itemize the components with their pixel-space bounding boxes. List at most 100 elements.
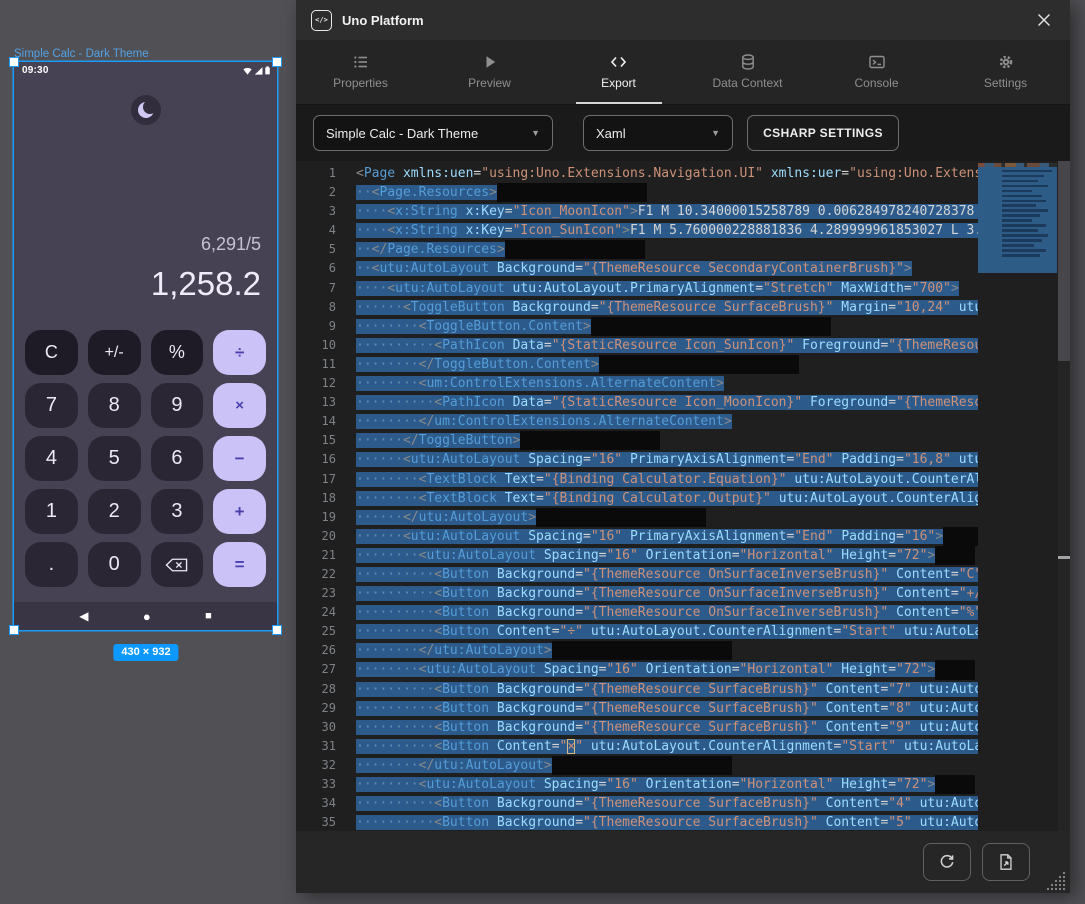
- tab-data-context[interactable]: Data Context: [683, 40, 812, 104]
- tab-preview[interactable]: Preview: [425, 40, 554, 104]
- window-title: Uno Platform: [342, 13, 424, 28]
- key-plus[interactable]: +: [213, 489, 266, 534]
- code-line[interactable]: 25··········<Button Content="÷" utu:Auto…: [296, 622, 978, 641]
- code-line[interactable]: 12········<um:ControlExtensions.Alternat…: [296, 374, 978, 393]
- code-line[interactable]: 4····<x:String x:Key="Icon_SunIcon">F1 M…: [296, 221, 978, 240]
- export-toolbar: Simple Calc - Dark Theme ▼ Xaml ▼ CSHARP…: [296, 105, 1070, 161]
- recents-square-icon[interactable]: ■: [205, 611, 212, 622]
- resize-grip[interactable]: [1044, 869, 1066, 891]
- code-line[interactable]: 10··········<PathIcon Data="{StaticResou…: [296, 336, 978, 355]
- line-number: 20: [296, 527, 356, 546]
- close-icon[interactable]: [1033, 9, 1055, 31]
- code-line[interactable]: 8······<ToggleButton Background="{ThemeR…: [296, 298, 978, 317]
- selection-handle-bottom-left[interactable]: [9, 625, 19, 635]
- line-number: 5: [296, 240, 356, 259]
- editor-scrollbar[interactable]: [1058, 161, 1070, 831]
- phone-frame[interactable]: 09:30 6,291/5 1,258.2 C+/-%÷789×456−123+…: [14, 62, 277, 630]
- key-1[interactable]: 1: [25, 489, 78, 534]
- selection-handle-top-right[interactable]: [272, 57, 282, 67]
- code-line[interactable]: 31··········<Button Content="×" utu:Auto…: [296, 737, 978, 756]
- code-line[interactable]: 17········<TextBlock Text="{Binding Calc…: [296, 470, 978, 489]
- code-line[interactable]: 29··········<Button Background="{ThemeRe…: [296, 699, 978, 718]
- code-line[interactable]: 1<Page xmlns:uen="using:Uno.Extensions.N…: [296, 164, 978, 183]
- key-5[interactable]: 5: [88, 436, 141, 481]
- code-line[interactable]: 15······</ToggleButton>: [296, 431, 978, 450]
- key-percent[interactable]: %: [151, 330, 204, 375]
- code-line[interactable]: 24··········<Button Background="{ThemeRe…: [296, 603, 978, 622]
- code-line[interactable]: 26········</utu:AutoLayout>: [296, 641, 978, 660]
- code-line[interactable]: 22··········<Button Background="{ThemeRe…: [296, 565, 978, 584]
- code-line[interactable]: 20······<utu:AutoLayout Spacing="16" Pri…: [296, 527, 978, 546]
- theme-toggle-button[interactable]: [131, 95, 161, 125]
- selection-handle-top-left[interactable]: [9, 57, 19, 67]
- code-line[interactable]: 5··</Page.Resources>: [296, 240, 978, 259]
- selection-handle-bottom-right[interactable]: [272, 625, 282, 635]
- code-line[interactable]: 13··········<PathIcon Data="{StaticResou…: [296, 393, 978, 412]
- code-line[interactable]: 2··<Page.Resources>: [296, 183, 978, 202]
- key-divide[interactable]: ÷: [213, 330, 266, 375]
- line-number: 28: [296, 680, 356, 699]
- tab-settings[interactable]: Settings: [941, 40, 1070, 104]
- code-line[interactable]: 11········</ToggleButton.Content>: [296, 355, 978, 374]
- terminal-icon: [869, 54, 885, 70]
- tab-properties[interactable]: Properties: [296, 40, 425, 104]
- home-circle-icon[interactable]: ●: [143, 610, 151, 623]
- code-line[interactable]: 28··········<Button Background="{ThemeRe…: [296, 680, 978, 699]
- code-line[interactable]: 3····<x:String x:Key="Icon_MoonIcon">F1 …: [296, 202, 978, 221]
- code-line[interactable]: 16······<utu:AutoLayout Spacing="16" Pri…: [296, 450, 978, 469]
- line-number: 18: [296, 489, 356, 508]
- calculator-display: 6,291/5 1,258.2: [151, 234, 261, 303]
- code-line[interactable]: 35··········<Button Background="{ThemeRe…: [296, 813, 978, 831]
- key-backspace[interactable]: [151, 542, 204, 587]
- code-line[interactable]: 23··········<Button Background="{ThemeRe…: [296, 584, 978, 603]
- key-6[interactable]: 6: [151, 436, 204, 481]
- key-0[interactable]: 0: [88, 542, 141, 587]
- code-line[interactable]: 34··········<Button Background="{ThemeRe…: [296, 794, 978, 813]
- refresh-button[interactable]: [923, 843, 971, 881]
- key-3[interactable]: 3: [151, 489, 204, 534]
- code-line[interactable]: 19······</utu:AutoLayout>: [296, 508, 978, 527]
- code-line[interactable]: 6··<utu:AutoLayout Background="{ThemeRes…: [296, 259, 978, 278]
- tab-export[interactable]: Export: [554, 40, 683, 104]
- calculator-keypad: C+/-%÷ 789× 456− 123+.0 =: [25, 330, 266, 587]
- uno-platform-window: </> Uno Platform PropertiesPreviewExport…: [296, 0, 1070, 893]
- tab-console[interactable]: Console: [812, 40, 941, 104]
- export-file-button[interactable]: [982, 843, 1030, 881]
- frame-label[interactable]: Simple Calc - Dark Theme: [14, 48, 149, 60]
- back-triangle-icon[interactable]: ◀: [79, 610, 88, 622]
- window-title-bar[interactable]: </> Uno Platform: [296, 0, 1070, 40]
- theme-dropdown[interactable]: Simple Calc - Dark Theme ▼: [313, 115, 553, 151]
- key-plusslashminus[interactable]: +/-: [88, 330, 141, 375]
- code-line[interactable]: 18········<TextBlock Text="{Binding Calc…: [296, 489, 978, 508]
- key-7[interactable]: 7: [25, 383, 78, 428]
- code-line[interactable]: 33········<utu:AutoLayout Spacing="16" O…: [296, 775, 978, 794]
- code-line[interactable]: 9········<ToggleButton.Content>: [296, 317, 978, 336]
- csharp-settings-button[interactable]: CSHARP SETTINGS: [747, 115, 899, 151]
- key-equals[interactable]: =: [213, 542, 266, 587]
- key-8[interactable]: 8: [88, 383, 141, 428]
- moon-icon: [138, 102, 154, 118]
- code-lines[interactable]: 1<Page xmlns:uen="using:Uno.Extensions.N…: [296, 164, 978, 831]
- code-line[interactable]: 30··········<Button Background="{ThemeRe…: [296, 718, 978, 737]
- key-multiply[interactable]: ×: [213, 383, 266, 428]
- line-number: 9: [296, 317, 356, 336]
- list-icon: [353, 54, 369, 70]
- code-line[interactable]: 7····<utu:AutoLayout utu:AutoLayout.Prim…: [296, 279, 978, 298]
- line-number: 17: [296, 470, 356, 489]
- format-dropdown[interactable]: Xaml ▼: [583, 115, 733, 151]
- screen: { "canvas": { "frame_label": "Simple Cal…: [0, 0, 1085, 904]
- key-minus[interactable]: −: [213, 436, 266, 481]
- tab-label: Console: [854, 76, 898, 90]
- key-9[interactable]: 9: [151, 383, 204, 428]
- code-editor[interactable]: 1<Page xmlns:uen="using:Uno.Extensions.N…: [296, 161, 1070, 831]
- editor-scrollbar-thumb[interactable]: [1058, 161, 1070, 361]
- key-dot[interactable]: .: [25, 542, 78, 587]
- key-C[interactable]: C: [25, 330, 78, 375]
- minimap[interactable]: [978, 161, 1057, 831]
- key-2[interactable]: 2: [88, 489, 141, 534]
- code-line[interactable]: 32········</utu:AutoLayout>: [296, 756, 978, 775]
- code-line[interactable]: 14········</um:ControlExtensions.Alterna…: [296, 412, 978, 431]
- key-4[interactable]: 4: [25, 436, 78, 481]
- code-line[interactable]: 27········<utu:AutoLayout Spacing="16" O…: [296, 660, 978, 679]
- code-line[interactable]: 21········<utu:AutoLayout Spacing="16" O…: [296, 546, 978, 565]
